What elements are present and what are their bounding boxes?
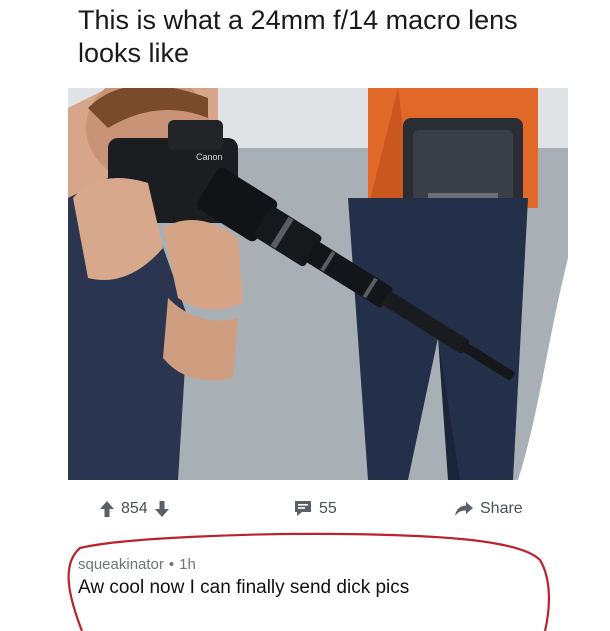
- share-label: Share: [480, 500, 523, 517]
- photographer-illustration: Canon: [68, 88, 568, 480]
- post-title: This is what a 24mm f/14 macro lens look…: [78, 4, 578, 70]
- downvote-arrow-icon[interactable]: [154, 500, 170, 518]
- comment-body: Aw cool now I can finally send dick pics: [78, 577, 410, 598]
- comment-meta-separator: •: [168, 556, 175, 573]
- comment-bubble-icon: [293, 500, 313, 518]
- comments-button[interactable]: 55: [293, 500, 337, 518]
- post-title-line-2: looks like: [78, 38, 190, 68]
- comment-time: 1h: [179, 556, 196, 573]
- share-arrow-icon: [454, 501, 474, 517]
- post-image[interactable]: Canon: [68, 88, 568, 480]
- comment-meta: squeakinator • 1h: [78, 556, 558, 573]
- upvote-count: 854: [121, 500, 148, 517]
- camera-brand-label: Canon: [196, 152, 223, 162]
- upvote-arrow-icon[interactable]: [99, 500, 115, 518]
- comment-count: 55: [319, 500, 337, 517]
- comment: squeakinator • 1h Aw cool now I can finall…: [78, 556, 558, 599]
- post-action-bar: 854 55 Share: [0, 496, 610, 526]
- share-button[interactable]: Share: [454, 500, 523, 518]
- post-title-line-1: This is what a 24mm f/14 macro lens: [78, 5, 518, 35]
- vote-group: 854: [99, 500, 170, 518]
- comment-username[interactable]: squeakinator: [78, 556, 164, 573]
